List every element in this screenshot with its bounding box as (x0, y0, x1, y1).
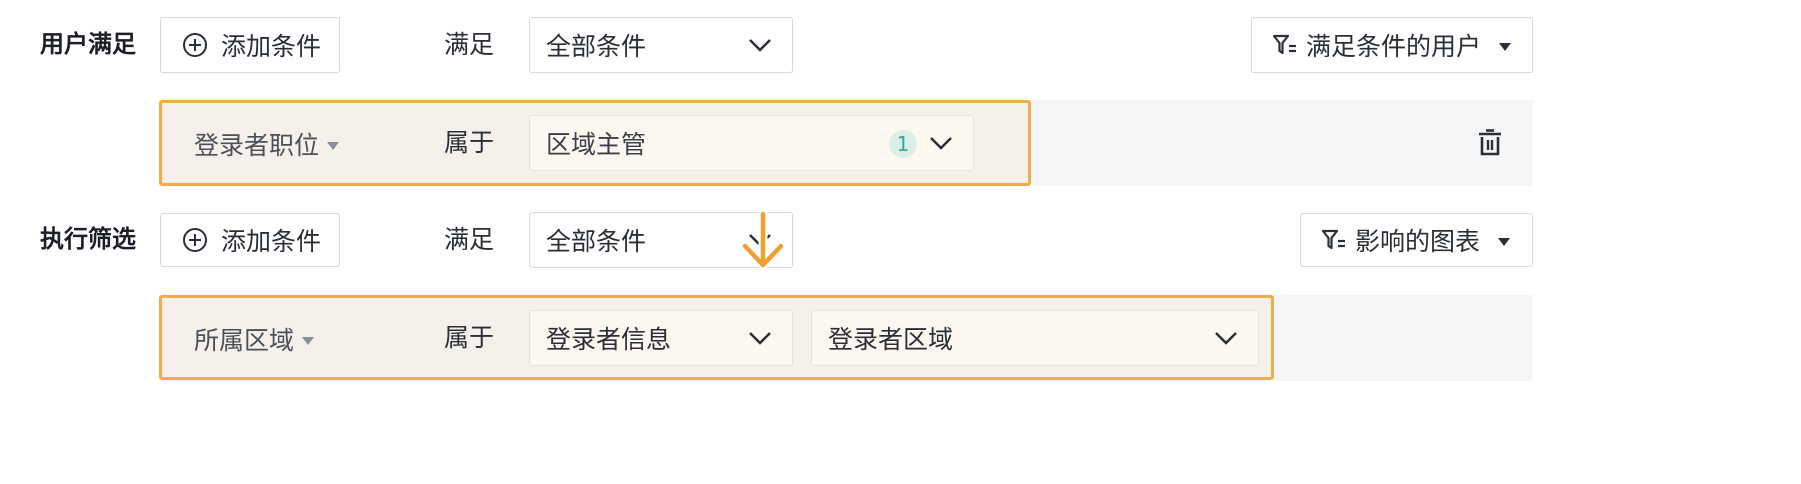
filter-value-field-select[interactable]: 登录者区域 (811, 310, 1259, 366)
chevron-down-icon (930, 137, 952, 150)
filter-section-label: 执行筛选 (40, 225, 136, 253)
down-arrow-cursor-icon (740, 210, 786, 270)
user-condition-row-background (1030, 100, 1533, 186)
filter-match-value: 全部条件 (546, 227, 647, 256)
filter-value-source: 登录者信息 (546, 325, 672, 354)
filter-condition-field-dropdown[interactable]: 所属区域 (194, 321, 315, 357)
chevron-down-icon (749, 332, 771, 345)
caret-down-icon (327, 142, 340, 150)
filter-condition-operator: 属于 (444, 323, 495, 352)
filter-icon (1321, 229, 1345, 250)
user-match-label: 满足 (444, 30, 495, 59)
filter-chart-dropdown[interactable]: 影响的图表 (1300, 213, 1533, 267)
user-condition-value: 区域主管 (546, 130, 647, 159)
trash-icon[interactable] (1478, 129, 1502, 157)
user-filter-dropdown-label: 满足条件的用户 (1306, 32, 1482, 61)
filter-match-label: 满足 (444, 225, 495, 254)
user-condition-field-dropdown[interactable]: 登录者职位 (194, 126, 340, 162)
user-section-label: 用户满足 (40, 30, 136, 58)
user-condition-operator: 属于 (444, 128, 495, 157)
filter-value-field: 登录者区域 (828, 325, 954, 354)
filter-chart-dropdown-label: 影响的图表 (1355, 227, 1481, 256)
user-match-value: 全部条件 (546, 32, 647, 61)
user-condition-field: 登录者职位 (194, 131, 320, 160)
caret-down-icon (1499, 43, 1512, 51)
filter-condition-field: 所属区域 (194, 326, 295, 355)
filter-icon (1272, 34, 1296, 55)
caret-down-icon (302, 337, 315, 345)
user-match-select[interactable]: 全部条件 (529, 17, 793, 73)
filter-value-source-select[interactable]: 登录者信息 (529, 310, 793, 366)
user-condition-value-select[interactable]: 区域主管 1 (529, 115, 974, 171)
filter-add-condition-button[interactable]: 添加条件 (160, 213, 340, 267)
user-filter-dropdown[interactable]: 满足条件的用户 (1251, 17, 1533, 73)
chevron-down-icon (1215, 332, 1237, 345)
plus-circle-icon (183, 228, 207, 252)
filter-condition-row-background (1272, 295, 1533, 381)
chevron-down-icon (749, 39, 771, 52)
caret-down-icon (1498, 238, 1511, 246)
permission-rule-panel: 用户满足 添加条件 满足 全部条件 满足条件的用户 登录者职位 属于 区域主管 … (0, 0, 1801, 484)
user-add-condition-button[interactable]: 添加条件 (160, 17, 340, 73)
plus-circle-icon (183, 33, 207, 57)
add-condition-label: 添加条件 (221, 32, 322, 61)
add-condition-label: 添加条件 (221, 227, 322, 256)
selected-count-badge: 1 (889, 130, 917, 158)
